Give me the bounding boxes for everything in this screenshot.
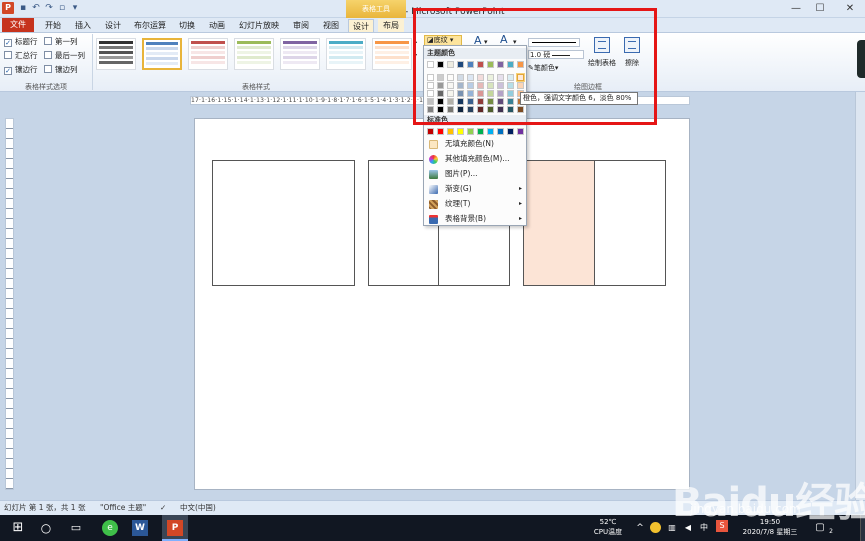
picture-icon bbox=[429, 170, 438, 179]
texture-icon bbox=[429, 200, 438, 209]
powerpoint-taskbar-icon: P bbox=[167, 520, 183, 536]
standard-color-swatch[interactable] bbox=[457, 128, 464, 135]
tab-home[interactable]: 开始 bbox=[40, 19, 66, 32]
table-style-swatch-selected[interactable] bbox=[142, 38, 182, 70]
powerpoint-window: P ▪ ↶ ↷ ▫ ▾ 演示文稿1 - Microsoft PowerPoint… bbox=[0, 0, 865, 541]
tab-slideshow[interactable]: 幻灯片放映 bbox=[234, 19, 284, 32]
no-fill-item[interactable]: 无填充颜色(N) bbox=[425, 137, 526, 151]
maximize-button[interactable]: ☐ bbox=[812, 2, 828, 16]
submenu-arrow-icon: ▸ bbox=[518, 185, 522, 192]
more-colors-icon bbox=[429, 155, 438, 164]
tab-boolean[interactable]: 布尔运算 bbox=[130, 19, 170, 32]
table-style-swatch[interactable] bbox=[188, 38, 228, 70]
vertical-ruler[interactable] bbox=[5, 118, 14, 490]
option-banded-columns[interactable]: 镶边列 bbox=[44, 64, 78, 74]
slide-count-status[interactable]: 幻灯片 第 1 张，共 1 张 bbox=[4, 501, 85, 515]
tab-table-layout[interactable]: 布局 bbox=[378, 19, 404, 32]
tray-up-arrow-icon[interactable]: ^ bbox=[634, 515, 646, 541]
option-first-column[interactable]: 第一列 bbox=[44, 36, 78, 46]
theme-status[interactable]: "Office 主题" bbox=[100, 501, 146, 515]
notification-count: 2 bbox=[829, 528, 833, 535]
table-cell[interactable] bbox=[212, 160, 355, 286]
checkbox-checked-icon[interactable]: ✓ bbox=[4, 67, 12, 75]
tab-insert[interactable]: 插入 bbox=[70, 19, 96, 32]
highlight-annotation-box bbox=[413, 8, 657, 125]
word-app-icon[interactable]: W bbox=[132, 520, 148, 536]
tab-file[interactable]: 文件 bbox=[2, 18, 34, 32]
close-button[interactable]: ✕ bbox=[842, 2, 858, 16]
group-label-table-styles: 表格样式 bbox=[242, 83, 270, 91]
submenu-arrow-icon: ▸ bbox=[518, 200, 522, 207]
windows-start-icon[interactable]: ⊞ bbox=[10, 515, 26, 541]
more-fill-colors-item[interactable]: 其他填充颜色(M)... bbox=[425, 152, 526, 166]
no-fill-icon bbox=[429, 140, 438, 149]
checkbox-icon[interactable] bbox=[44, 51, 52, 59]
table-cell-selected[interactable] bbox=[523, 160, 595, 286]
standard-color-swatch[interactable] bbox=[487, 128, 494, 135]
task-view-icon[interactable]: ▭ bbox=[68, 515, 84, 541]
group-label-table-style-options: 表格样式选项 bbox=[25, 83, 67, 91]
option-banded-rows[interactable]: ✓ 镶边行 bbox=[4, 64, 38, 75]
table-style-swatch[interactable] bbox=[234, 38, 274, 70]
group-separator bbox=[92, 34, 93, 90]
baidu-watermark: Baidu经验 bbox=[672, 480, 865, 526]
gradient-icon bbox=[429, 185, 438, 194]
tab-design[interactable]: 设计 bbox=[100, 19, 126, 32]
checkbox-icon[interactable] bbox=[44, 65, 52, 73]
browser-app-icon[interactable]: e bbox=[102, 520, 118, 536]
standard-color-swatch[interactable] bbox=[447, 128, 454, 135]
powerpoint-taskbar-item[interactable]: P bbox=[162, 515, 188, 541]
standard-color-swatch[interactable] bbox=[517, 128, 524, 135]
standard-color-swatch[interactable] bbox=[497, 128, 504, 135]
submenu-arrow-icon: ▸ bbox=[518, 215, 522, 222]
standard-color-swatch[interactable] bbox=[437, 128, 444, 135]
vertical-scrollbar[interactable] bbox=[855, 92, 865, 500]
tab-review[interactable]: 审阅 bbox=[288, 19, 314, 32]
temperature-readout: 52℃ CPU温度 bbox=[593, 518, 623, 536]
baidu-watermark-url: jingyan.baidu.com bbox=[690, 502, 801, 516]
tab-table-design[interactable]: 设计 bbox=[348, 19, 374, 33]
search-icon[interactable]: ○ bbox=[38, 515, 54, 541]
checkbox-icon[interactable] bbox=[4, 51, 12, 59]
gradient-fill-item[interactable]: 渐变(G) ▸ bbox=[425, 182, 526, 196]
option-header-row[interactable]: ✓ 标题行 bbox=[4, 36, 38, 47]
table-tools-context-label: 表格工具 bbox=[346, 0, 406, 18]
standard-color-swatch[interactable] bbox=[467, 128, 474, 135]
checkbox-icon[interactable] bbox=[44, 37, 52, 45]
table-cell[interactable] bbox=[594, 160, 666, 286]
tray-app-icon[interactable] bbox=[650, 522, 661, 533]
table-style-swatch[interactable] bbox=[326, 38, 366, 70]
language-status[interactable]: 中文(中国) bbox=[180, 501, 216, 515]
option-last-column[interactable]: 最后一列 bbox=[44, 50, 85, 60]
minimize-button[interactable]: — bbox=[788, 2, 804, 16]
tab-transitions[interactable]: 切换 bbox=[174, 19, 200, 32]
checkbox-checked-icon[interactable]: ✓ bbox=[4, 39, 12, 47]
standard-color-swatch[interactable] bbox=[477, 128, 484, 135]
table-style-swatch[interactable] bbox=[372, 38, 412, 70]
standard-color-swatch[interactable] bbox=[507, 128, 514, 135]
side-panel-handle[interactable] bbox=[857, 40, 865, 78]
table-background-icon bbox=[429, 215, 438, 224]
option-total-row[interactable]: 汇总行 bbox=[4, 50, 38, 60]
tab-animations[interactable]: 动画 bbox=[204, 19, 230, 32]
table-style-swatch[interactable] bbox=[280, 38, 320, 70]
tab-view[interactable]: 视图 bbox=[318, 19, 344, 32]
table-background-item[interactable]: 表格背景(B) ▸ bbox=[425, 212, 526, 226]
standard-color-swatch[interactable] bbox=[427, 128, 434, 135]
texture-fill-item[interactable]: 纹理(T) ▸ bbox=[425, 197, 526, 211]
spell-check-icon[interactable]: ✓ bbox=[160, 501, 166, 515]
picture-fill-item[interactable]: 图片(P)... bbox=[425, 167, 526, 181]
table-style-swatch[interactable] bbox=[96, 38, 136, 70]
